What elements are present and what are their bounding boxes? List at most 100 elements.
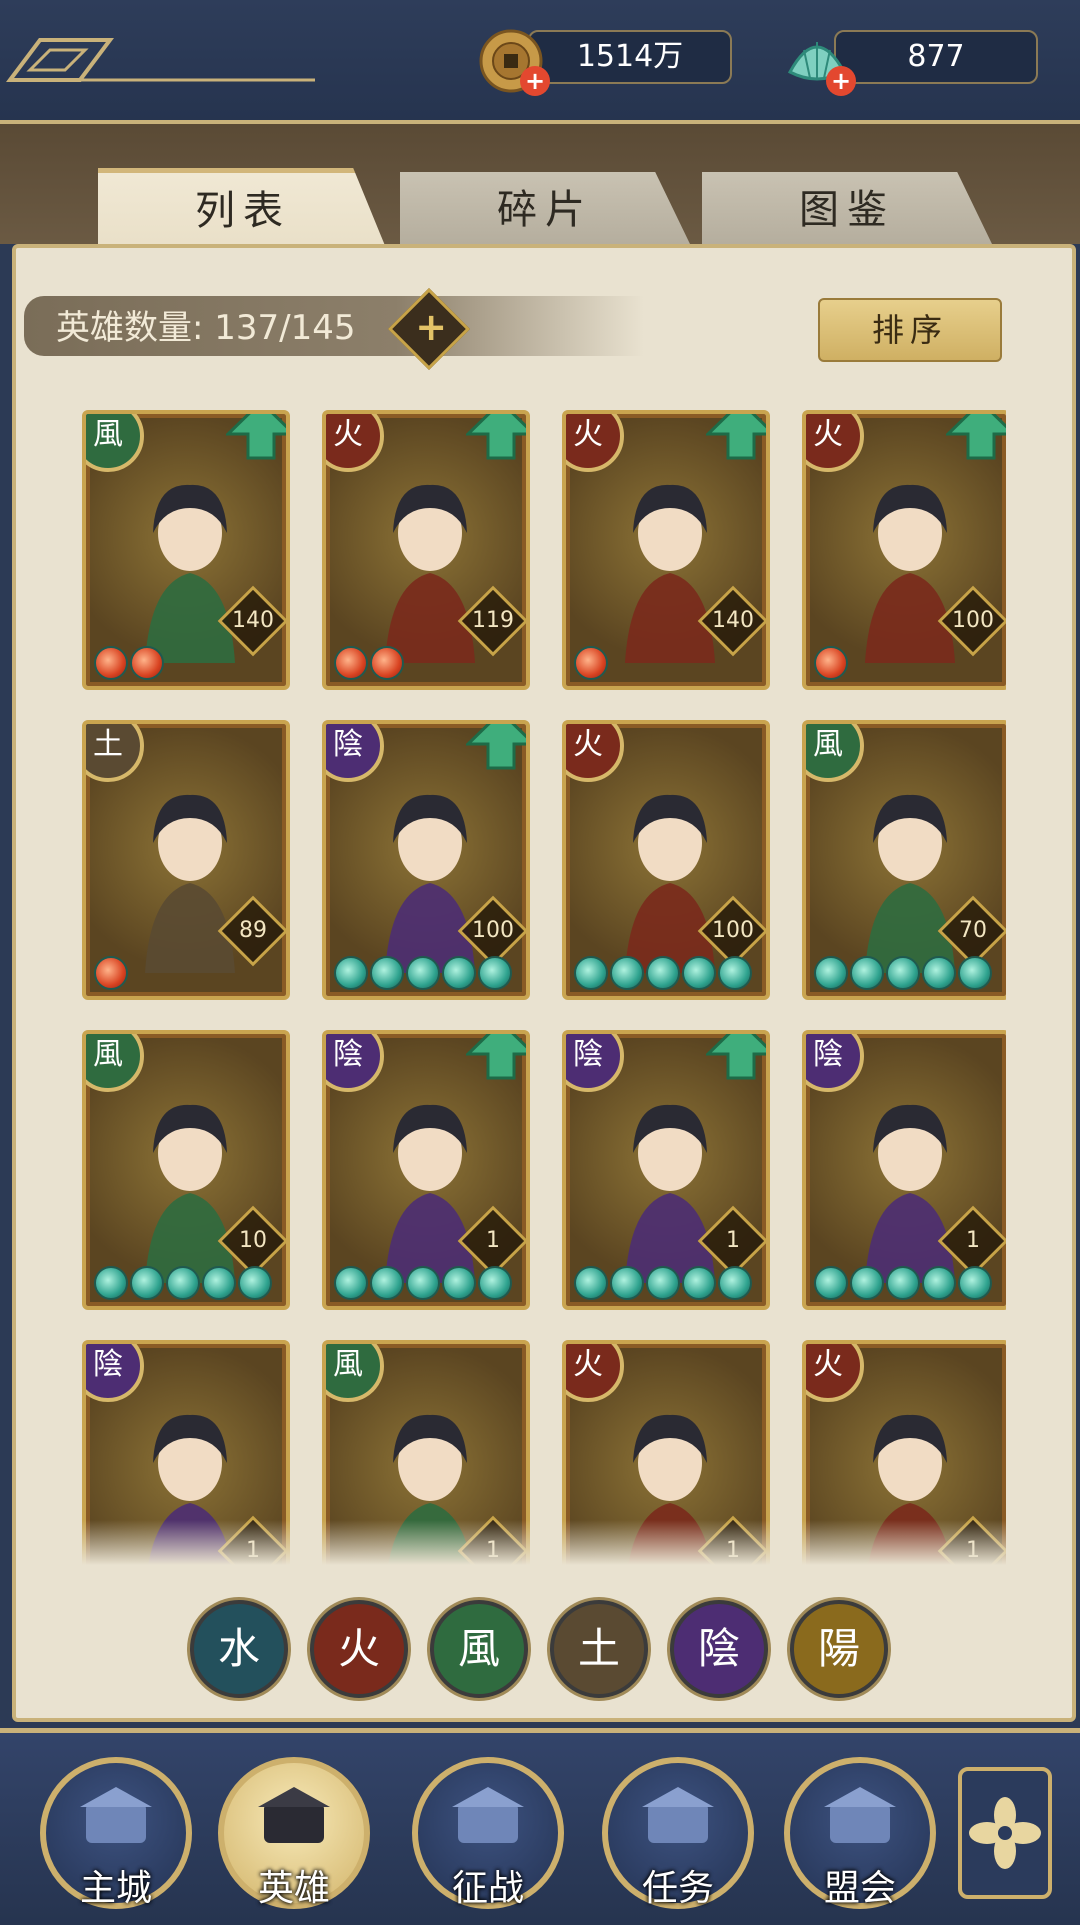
tab-fragments[interactable]: 碎片 — [400, 172, 690, 244]
upgrade-arrow-icon — [464, 1034, 526, 1080]
star-orb-icon — [682, 1266, 716, 1300]
upgrade-arrow-icon — [224, 414, 286, 460]
star-orbs — [814, 956, 992, 990]
star-orb-icon — [814, 956, 848, 990]
hero-level: 70 — [959, 918, 987, 943]
hero-card[interactable]: 風 10 — [82, 1030, 290, 1310]
star-orb-icon — [478, 1266, 512, 1300]
bottom-nav: 主城 英雄 征战 任务 盟会 — [0, 1728, 1080, 1925]
nav-label: 英雄 — [257, 1868, 330, 1909]
star-orb-icon — [610, 956, 644, 990]
nav-city-gate[interactable]: 主城 — [40, 1757, 192, 1909]
fire-element-icon[interactable]: 火 — [310, 1600, 408, 1698]
sort-button[interactable]: 排序 — [818, 298, 1002, 362]
star-orb-icon — [94, 1266, 128, 1300]
star-orb-icon — [814, 1266, 848, 1300]
hero-card[interactable]: 陰1 — [322, 1030, 530, 1310]
star-orb-icon — [886, 1266, 920, 1300]
hero-card[interactable]: 火 119 — [322, 410, 530, 690]
star-orb-icon — [958, 956, 992, 990]
hero-card[interactable]: 土 89 — [82, 720, 290, 1000]
star-orbs — [334, 1266, 512, 1300]
hero-card[interactable]: 火 100 — [562, 720, 770, 1000]
hero-level: 89 — [239, 918, 267, 943]
hero-card[interactable]: 火 140 — [562, 410, 770, 690]
star-orb-icon — [718, 956, 752, 990]
star-orb-icon — [370, 1266, 404, 1300]
tab-list[interactable]: 列表 — [98, 168, 388, 253]
star-orbs — [334, 646, 404, 680]
star-orb-icon — [646, 1266, 680, 1300]
add-coins-button[interactable]: + — [520, 66, 550, 96]
more-menu-button[interactable] — [958, 1767, 1052, 1899]
hero-card[interactable]: 陰1 — [562, 1030, 770, 1310]
upgrade-arrow-icon — [944, 414, 1006, 460]
hero-card[interactable]: 陰1 — [802, 1030, 1006, 1310]
top-bar: 1514万 + 877 + — [0, 0, 1080, 124]
tab-collection[interactable]: 图鉴 — [702, 172, 992, 244]
hero-card[interactable]: 風 140 — [82, 410, 290, 690]
hero-card[interactable]: 陰 100 — [322, 720, 530, 1000]
star-orb-icon — [574, 1266, 608, 1300]
star-orb-icon — [334, 956, 368, 990]
hero-count: 英雄数量: 137/145 — [56, 308, 356, 348]
star-orbs — [334, 956, 512, 990]
city-gate-icon — [76, 1783, 156, 1853]
star-orb-icon — [850, 956, 884, 990]
water-element-icon[interactable]: 水 — [190, 1600, 288, 1698]
star-orb-icon — [922, 1266, 956, 1300]
hero-level: 100 — [472, 918, 514, 943]
star-orb-icon — [370, 646, 404, 680]
star-orb-icon — [334, 646, 368, 680]
plus-icon: + — [415, 304, 448, 349]
hero-level: 1 — [966, 1228, 980, 1253]
hero-level: 100 — [712, 918, 754, 943]
guild-gate-icon — [820, 1783, 900, 1853]
star-orb-icon — [238, 1266, 272, 1300]
scroll-fade — [76, 1520, 1006, 1565]
shell-resource[interactable]: 877 + — [784, 30, 1054, 96]
hero-level: 119 — [472, 608, 514, 633]
star-orbs — [94, 1266, 272, 1300]
wind-element-icon[interactable]: 風 — [430, 1600, 528, 1698]
star-orbs — [574, 1266, 752, 1300]
star-orb-icon — [718, 1266, 752, 1300]
star-orb-icon — [94, 646, 128, 680]
nav-label: 征战 — [451, 1868, 524, 1909]
hero-grid: 風 140 火 119 火 140 火 100 土 89 陰 100 火 100 風 70 風 10 陰 1 陰 1 陰 1 陰… — [76, 400, 1006, 1565]
star-orb-icon — [574, 956, 608, 990]
nav-task-scroll[interactable]: 任务 — [602, 1757, 754, 1909]
add-shells-button[interactable]: + — [826, 66, 856, 96]
yang-element-icon[interactable]: 陽 — [790, 1600, 888, 1698]
star-orb-icon — [406, 956, 440, 990]
nav-guild-gate[interactable]: 盟会 — [784, 1757, 936, 1909]
yin-element-icon[interactable]: 陰 — [670, 1600, 768, 1698]
star-orbs — [94, 646, 164, 680]
menu-flower-icon — [969, 1797, 1041, 1869]
star-orbs — [574, 646, 608, 680]
nav-hero-portrait[interactable]: 英雄 — [218, 1757, 370, 1909]
star-orbs — [814, 646, 848, 680]
star-orb-icon — [442, 1266, 476, 1300]
hero-portrait-icon — [254, 1783, 334, 1853]
star-orb-icon — [574, 646, 608, 680]
star-orb-icon — [814, 646, 848, 680]
upgrade-arrow-icon — [464, 724, 526, 770]
hero-card[interactable]: 火 100 — [802, 410, 1006, 690]
star-orb-icon — [370, 956, 404, 990]
earth-element-icon[interactable]: 土 — [550, 1600, 648, 1698]
star-orb-icon — [202, 1266, 236, 1300]
star-orb-icon — [646, 956, 680, 990]
hero-level: 100 — [952, 608, 994, 633]
nav-battle-horn[interactable]: 征战 — [412, 1757, 564, 1909]
upgrade-arrow-icon — [464, 414, 526, 460]
hero-card[interactable]: 風 70 — [802, 720, 1006, 1000]
nav-label: 盟会 — [823, 1868, 896, 1909]
star-orb-icon — [922, 956, 956, 990]
shell-amount: 877 — [834, 30, 1038, 84]
star-orb-icon — [130, 646, 164, 680]
star-orb-icon — [166, 1266, 200, 1300]
nav-label: 主城 — [79, 1868, 152, 1909]
star-orb-icon — [478, 956, 512, 990]
coin-resource[interactable]: 1514万 + — [478, 29, 748, 96]
